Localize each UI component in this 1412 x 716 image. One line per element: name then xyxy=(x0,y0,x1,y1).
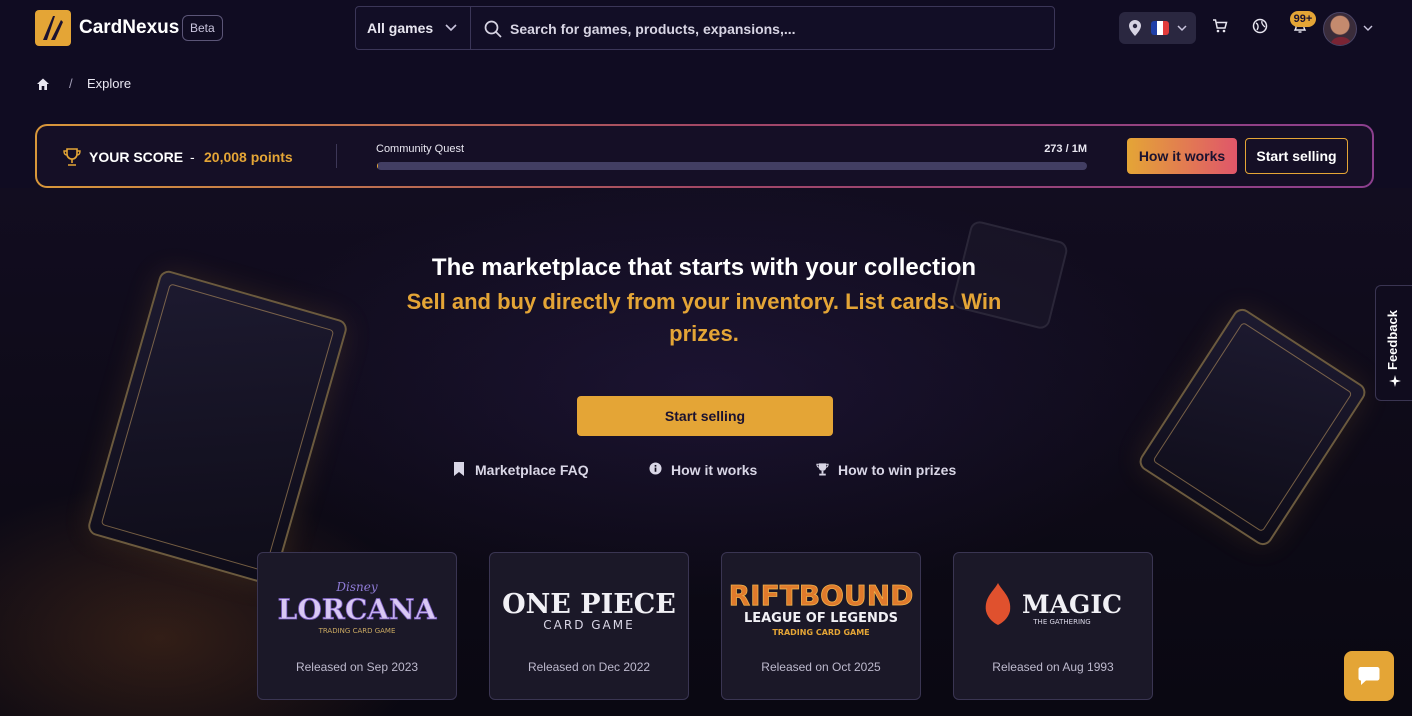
brand-name[interactable]: CardNexus xyxy=(79,17,179,39)
globe-icon[interactable] xyxy=(1252,18,1268,34)
info-icon xyxy=(649,462,662,475)
search-input[interactable] xyxy=(510,17,1030,41)
chevron-down-icon[interactable] xyxy=(1363,24,1373,32)
chat-button[interactable] xyxy=(1344,651,1394,701)
link-label: Marketplace FAQ xyxy=(475,462,589,478)
header: CardNexus Beta All games 99+ xyxy=(0,0,1412,56)
trophy-icon xyxy=(63,148,81,166)
hero-title: The marketplace that starts with your co… xyxy=(431,254,977,281)
game-card-riftbound[interactable]: RIFTBOUND LEAGUE OF LEGENDS TRADING CARD… xyxy=(721,552,921,700)
game-logo-text: TRADING CARD GAME xyxy=(772,628,869,637)
breadcrumb-current: Explore xyxy=(87,76,132,91)
score-separator: - xyxy=(190,149,195,165)
start-selling-cta[interactable]: Start selling xyxy=(577,396,833,436)
game-card-lorcana[interactable]: Disney LORCANA TRADING CARD GAME Release… xyxy=(257,552,457,700)
riftbound-logo-icon: RIFTBOUND LEAGUE OF LEGENDS TRADING CARD… xyxy=(728,579,914,637)
lorcana-logo-icon: Disney LORCANA TRADING CARD GAME xyxy=(277,580,438,635)
games-select[interactable]: All games xyxy=(355,6,471,50)
breadcrumb-separator: / xyxy=(69,76,73,91)
score-points: 20,008 points xyxy=(204,149,293,165)
game-logo-text: Disney xyxy=(335,580,377,594)
marketplace-faq-link[interactable]: Marketplace FAQ xyxy=(453,461,603,479)
one-piece-logo-icon: ONE PIECE CARD GAME xyxy=(502,589,676,632)
location-pin-icon xyxy=(1129,20,1141,36)
link-label: How it works xyxy=(671,462,758,478)
notification-badge: 99+ xyxy=(1290,11,1316,27)
release-date: Released on Aug 1993 xyxy=(992,660,1114,674)
game-card-one-piece[interactable]: ONE PIECE CARD GAME Released on Dec 2022 xyxy=(489,552,689,700)
community-quest-label: Community Quest xyxy=(376,143,465,155)
home-icon[interactable] xyxy=(36,77,50,91)
game-logo-text: ONE PIECE xyxy=(502,589,676,620)
search-icon xyxy=(484,20,502,38)
hero-subtitle: Sell and buy directly from your inventor… xyxy=(406,289,1002,346)
score-bar: YOUR SCORE - 20,008 points Community Que… xyxy=(35,124,1374,188)
france-flag-icon xyxy=(1151,21,1169,35)
how-it-works-button[interactable]: How it works xyxy=(1127,138,1237,174)
user-avatar[interactable] xyxy=(1323,12,1357,46)
cart-icon[interactable] xyxy=(1212,18,1228,34)
logo-icon[interactable] xyxy=(35,10,71,46)
link-label: How to win prizes xyxy=(838,462,957,478)
game-logo-text: RIFTBOUND xyxy=(729,579,914,612)
magic-logo-icon: MAGIC THE GATHERING xyxy=(985,583,1122,626)
feedback-tab[interactable]: Feedback xyxy=(1375,285,1412,401)
community-quest-count: 273 / 1M xyxy=(1044,143,1087,155)
release-date: Released on Oct 2025 xyxy=(761,660,881,674)
game-card-magic[interactable]: MAGIC THE GATHERING Released on Aug 1993 xyxy=(953,552,1153,700)
divider xyxy=(336,144,337,168)
game-logo-text: THE GATHERING xyxy=(1032,618,1090,626)
game-logo-text: CARD GAME xyxy=(543,618,634,632)
release-date: Released on Dec 2022 xyxy=(527,660,651,674)
how-it-works-link[interactable]: How it works xyxy=(649,461,769,479)
release-date: Released on Sep 2023 xyxy=(295,660,419,674)
bookmark-icon xyxy=(454,462,464,476)
community-quest-progress xyxy=(377,162,1087,170)
chat-bubble-icon xyxy=(1358,667,1380,685)
chevron-down-icon xyxy=(1177,25,1187,32)
trophy-icon xyxy=(816,463,829,476)
sparkle-icon xyxy=(1389,375,1401,387)
game-logo-text: TRADING CARD GAME xyxy=(318,627,396,635)
beta-badge: Beta xyxy=(182,15,223,41)
location-selector[interactable] xyxy=(1119,12,1196,44)
feedback-label: Feedback xyxy=(1385,310,1400,370)
how-to-win-prizes-link[interactable]: How to win prizes xyxy=(816,461,966,479)
game-logo-text: LORCANA xyxy=(278,593,438,626)
search-bar[interactable] xyxy=(470,6,1055,50)
score-label: YOUR SCORE xyxy=(89,149,184,165)
games-select-label: All games xyxy=(367,20,434,36)
game-logo-text: LEAGUE OF LEGENDS xyxy=(744,611,898,626)
start-selling-button[interactable]: Start selling xyxy=(1245,138,1348,174)
chevron-down-icon xyxy=(445,24,457,32)
game-logo-text: MAGIC xyxy=(1022,590,1122,619)
